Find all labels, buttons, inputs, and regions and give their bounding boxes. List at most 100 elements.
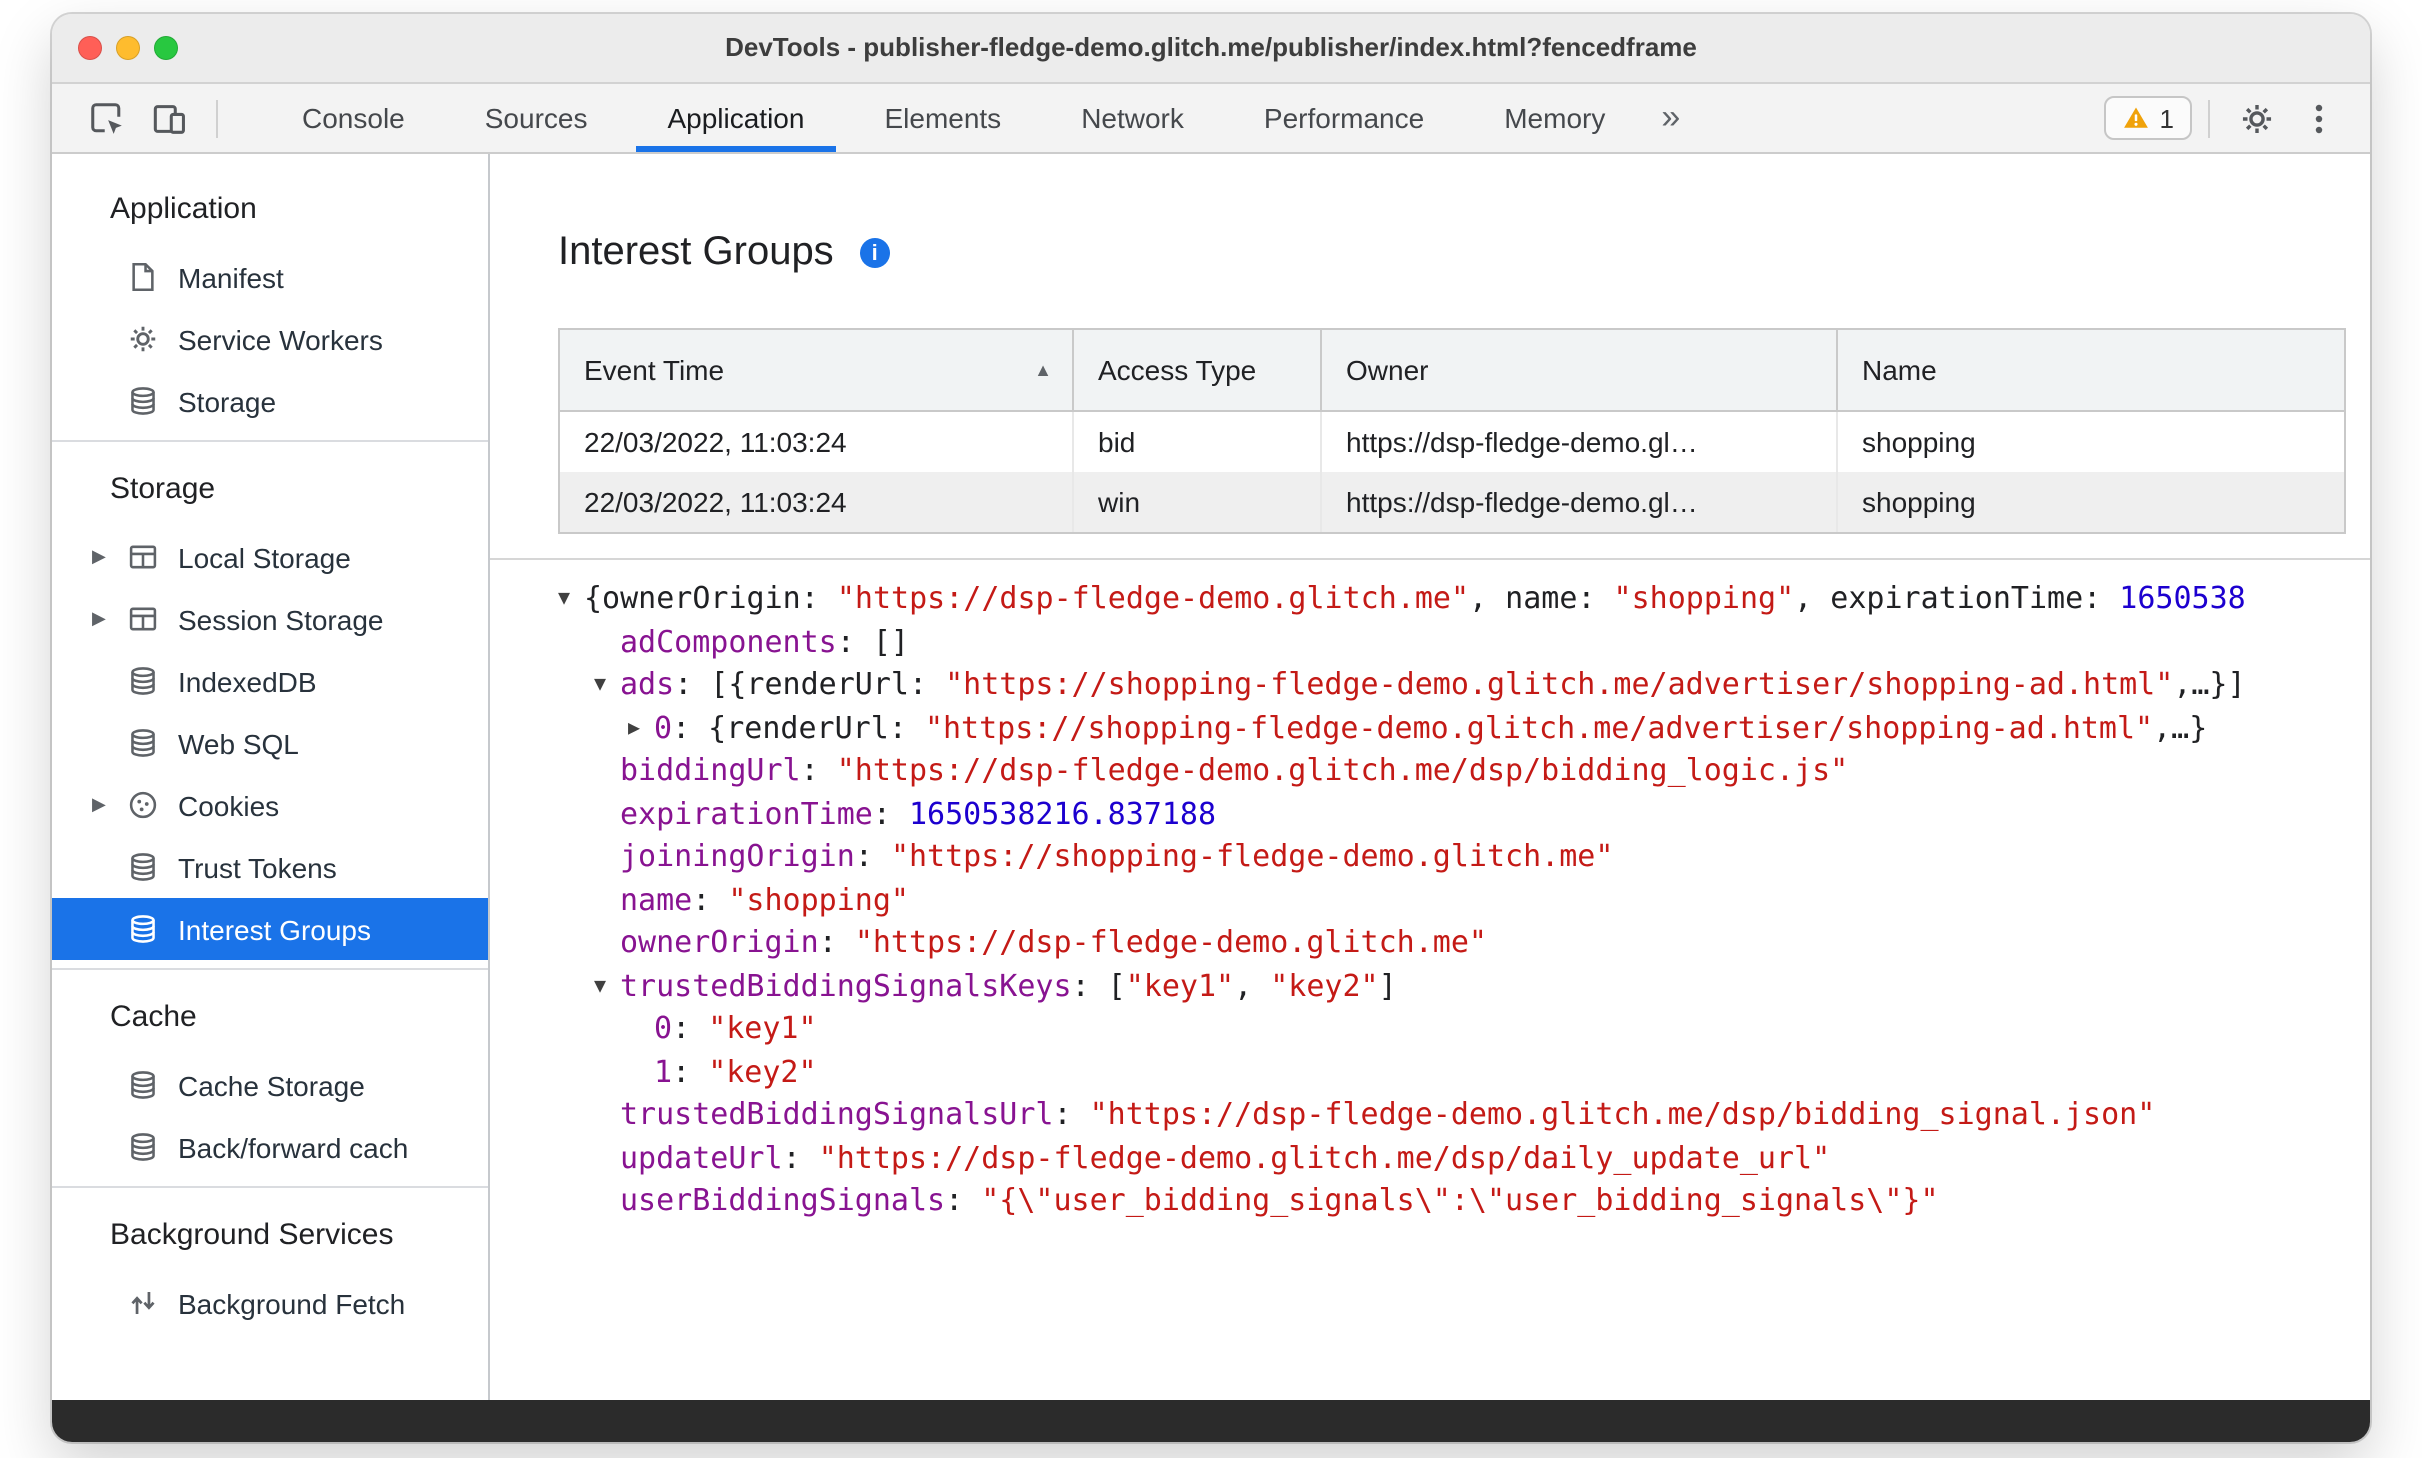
tree-row[interactable]: 1: "key2" <box>558 1051 2370 1094</box>
expanded-arrow-icon[interactable]: ▼ <box>594 664 620 707</box>
tree-row-text: userBiddingSignals: "{\"user_bidding_sig… <box>620 1182 1939 1218</box>
column-header-name[interactable]: Name <box>1838 330 2344 412</box>
tree-row[interactable]: adComponents: [] <box>558 621 2370 664</box>
sidebar-section-title: Application <box>110 191 257 225</box>
table-cell: shopping <box>1838 472 2344 532</box>
devtools-toolbar: Console Sources Application Elements Network… <box>52 84 2370 154</box>
tree-row[interactable]: 0: "key1" <box>558 1008 2370 1051</box>
application-sidebar: Application Manifest Service Workers Storag… <box>52 154 490 1404</box>
sidebar-item-cookies[interactable]: ▶ Cookies <box>52 774 488 836</box>
tree-row-text: updateUrl: "https://dsp-fledge-demo.glit… <box>620 1139 1831 1175</box>
tab-performance[interactable]: Performance <box>1224 84 1464 152</box>
tree-row-text: 0: "key1" <box>654 1010 817 1046</box>
table-row[interactable]: 22/03/2022, 11:03:24 bid https://dsp-fledg… <box>560 412 2344 472</box>
tree-row-text: expirationTime: 1650538216.837188 <box>620 795 1217 831</box>
database-icon <box>126 912 160 946</box>
arrow-spacer <box>594 836 620 879</box>
info-icon[interactable]: i <box>859 238 890 268</box>
collapsed-arrow-icon[interactable]: ▶ <box>628 707 654 750</box>
column-header-event-time[interactable]: Event Time ▲ <box>560 330 1074 412</box>
tree-row[interactable]: userBiddingSignals: "{\"user_bidding_sig… <box>558 1180 2370 1223</box>
sidebar-item-interest-groups[interactable]: Interest Groups <box>52 898 488 960</box>
expanded-arrow-icon[interactable]: ▼ <box>558 578 584 621</box>
database-icon <box>126 384 160 418</box>
tree-row-text: 1: "key2" <box>654 1053 817 1089</box>
issues-badge[interactable]: 1 <box>2103 96 2192 140</box>
table-cell: bid <box>1074 412 1322 472</box>
sidebar-item-label: Service Workers <box>178 323 383 355</box>
tree-row[interactable]: ▼ trustedBiddingSignalsKeys: ["key1", "ke… <box>558 965 2370 1008</box>
tree-row[interactable]: updateUrl: "https://dsp-fledge-demo.glit… <box>558 1137 2370 1180</box>
settings-gear-icon[interactable] <box>2238 99 2276 137</box>
sidebar-item-background-fetch[interactable]: Background Fetch <box>52 1272 488 1334</box>
tab-application[interactable]: Application <box>627 84 844 152</box>
column-header-owner[interactable]: Owner <box>1322 330 1838 412</box>
sidebar-item-label: Web SQL <box>178 727 299 759</box>
tree-row[interactable]: expirationTime: 1650538216.837188 <box>558 793 2370 836</box>
sidebar-item-indexeddb[interactable]: IndexedDB <box>52 650 488 712</box>
table-cell: https://dsp-fledge-demo.gl… <box>1322 412 1838 472</box>
table-row[interactable]: 22/03/2022, 11:03:24 win https://dsp-fledg… <box>560 472 2344 532</box>
manifest-icon <box>126 260 160 294</box>
tree-row[interactable]: joiningOrigin: "https://shopping-fledge-… <box>558 836 2370 879</box>
sidebar-item-cache-storage[interactable]: Cache Storage <box>52 1054 488 1116</box>
cookie-icon <box>126 788 160 822</box>
arrow-spacer <box>628 1008 654 1051</box>
more-tabs-button[interactable]: » <box>1645 84 1696 152</box>
tree-row[interactable]: ▼ ads: [{renderUrl: "https://shopping-fle… <box>558 664 2370 707</box>
sidebar-divider <box>52 440 488 442</box>
kebab-menu-icon[interactable] <box>2300 99 2338 137</box>
screen: DevTools - publisher-fledge-demo.glitch.… <box>0 0 2422 1458</box>
interest-group-details-tree: ▼ {ownerOrigin: "https://dsp-fledge-demo.… <box>490 560 2370 1223</box>
sidebar-item-label: Cache Storage <box>178 1069 365 1101</box>
table-cell: shopping <box>1862 426 1976 458</box>
tree-row[interactable]: ▼ {ownerOrigin: "https://dsp-fledge-demo.… <box>558 578 2370 621</box>
sidebar-item-storage[interactable]: Storage <box>52 370 488 432</box>
arrow-spacer <box>594 793 620 836</box>
sidebar-item-local-storage[interactable]: ▶ Local Storage <box>52 526 488 588</box>
sidebar-item-web-sql[interactable]: Web SQL <box>52 712 488 774</box>
sidebar-item-session-storage[interactable]: ▶ Session Storage <box>52 588 488 650</box>
warning-icon <box>2122 104 2150 132</box>
column-header-access-type[interactable]: Access Type <box>1074 330 1322 412</box>
sidebar-item-trust-tokens[interactable]: Trust Tokens <box>52 836 488 898</box>
table-cell: win <box>1074 472 1322 532</box>
tree-row-text: biddingUrl: "https://dsp-fledge-demo.gli… <box>620 752 1849 788</box>
tree-row[interactable]: biddingUrl: "https://dsp-fledge-demo.gli… <box>558 750 2370 793</box>
tree-row-text: joiningOrigin: "https://shopping-fledge-… <box>620 838 1614 874</box>
table-cell: https://dsp-fledge-demo.gl… <box>1322 472 1838 532</box>
sidebar-item-manifest[interactable]: Manifest <box>52 246 488 308</box>
sidebar-item-back-forward-cach[interactable]: Back/forward cach <box>52 1116 488 1178</box>
expanded-arrow-icon[interactable]: ▼ <box>594 965 620 1008</box>
toolbar-right-cluster: 1 <box>2103 96 2370 140</box>
arrow-spacer <box>594 1094 620 1137</box>
arrow-spacer <box>594 922 620 965</box>
sidebar-item-service-workers[interactable]: Service Workers <box>52 308 488 370</box>
sidebar-item-label: IndexedDB <box>178 665 317 697</box>
tab-sources[interactable]: Sources <box>445 84 628 152</box>
inspect-element-icon[interactable] <box>88 99 126 137</box>
database-icon <box>126 1068 160 1102</box>
tab-network[interactable]: Network <box>1041 84 1224 152</box>
zoom-button[interactable] <box>154 36 178 60</box>
expander-arrow-icon[interactable]: ▶ <box>92 608 126 630</box>
close-button[interactable] <box>78 36 102 60</box>
tab-elements[interactable]: Elements <box>844 84 1041 152</box>
tab-memory[interactable]: Memory <box>1464 84 1645 152</box>
tree-row[interactable]: trustedBiddingSignalsUrl: "https://dsp-f… <box>558 1094 2370 1137</box>
device-toolbar-icon[interactable] <box>150 99 188 137</box>
tab-console[interactable]: Console <box>262 84 445 152</box>
arrow-spacer <box>594 1180 620 1223</box>
tree-row[interactable]: ▶ 0: {renderUrl: "https://shopping-fledge… <box>558 707 2370 750</box>
expander-arrow-icon[interactable]: ▶ <box>92 794 126 816</box>
table-icon <box>126 540 160 574</box>
sidebar-item-label: Interest Groups <box>178 913 371 945</box>
tree-row[interactable]: ownerOrigin: "https://dsp-fledge-demo.gl… <box>558 922 2370 965</box>
expander-arrow-icon[interactable]: ▶ <box>92 546 126 568</box>
tree-row[interactable]: name: "shopping" <box>558 879 2370 922</box>
sidebar-section-title: Cache <box>110 999 197 1033</box>
sidebar-item-label: Manifest <box>178 261 284 293</box>
arrow-spacer <box>594 750 620 793</box>
sidebar-item-label: Trust Tokens <box>178 851 337 883</box>
minimize-button[interactable] <box>116 36 140 60</box>
